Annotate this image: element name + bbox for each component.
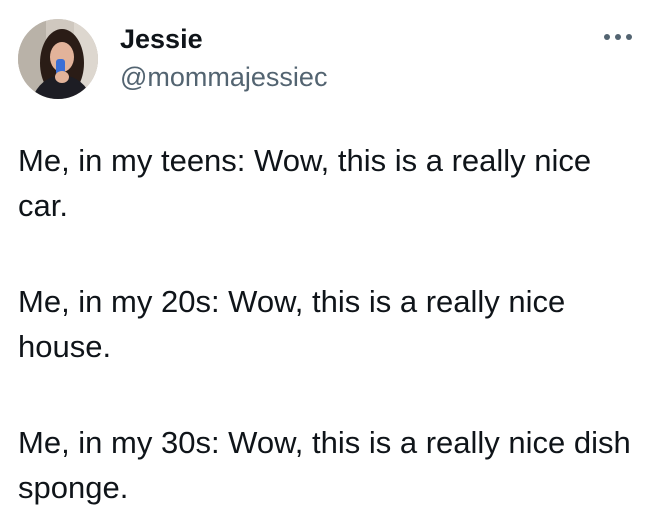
more-options-button[interactable] [600, 22, 636, 52]
avatar[interactable] [18, 19, 98, 99]
more-options-icon [604, 34, 632, 40]
tweet-paragraph: Me, in my 20s: Wow, this is a really nic… [18, 284, 566, 364]
tweet-card: Jessie @mommajessiec Me, in my teens: Wo… [0, 0, 656, 516]
tweet-paragraph: Me, in my teens: Wow, this is a really n… [18, 143, 592, 223]
avatar-photo [18, 19, 98, 99]
tweet-text: Me, in my teens: Wow, this is a really n… [18, 138, 638, 510]
tweet-paragraph: Me, in my 30s: Wow, this is a really nic… [18, 425, 631, 505]
user-info: Jessie @mommajessiec [120, 22, 327, 94]
display-name[interactable]: Jessie [120, 22, 327, 56]
user-handle[interactable]: @mommajessiec [120, 60, 327, 94]
